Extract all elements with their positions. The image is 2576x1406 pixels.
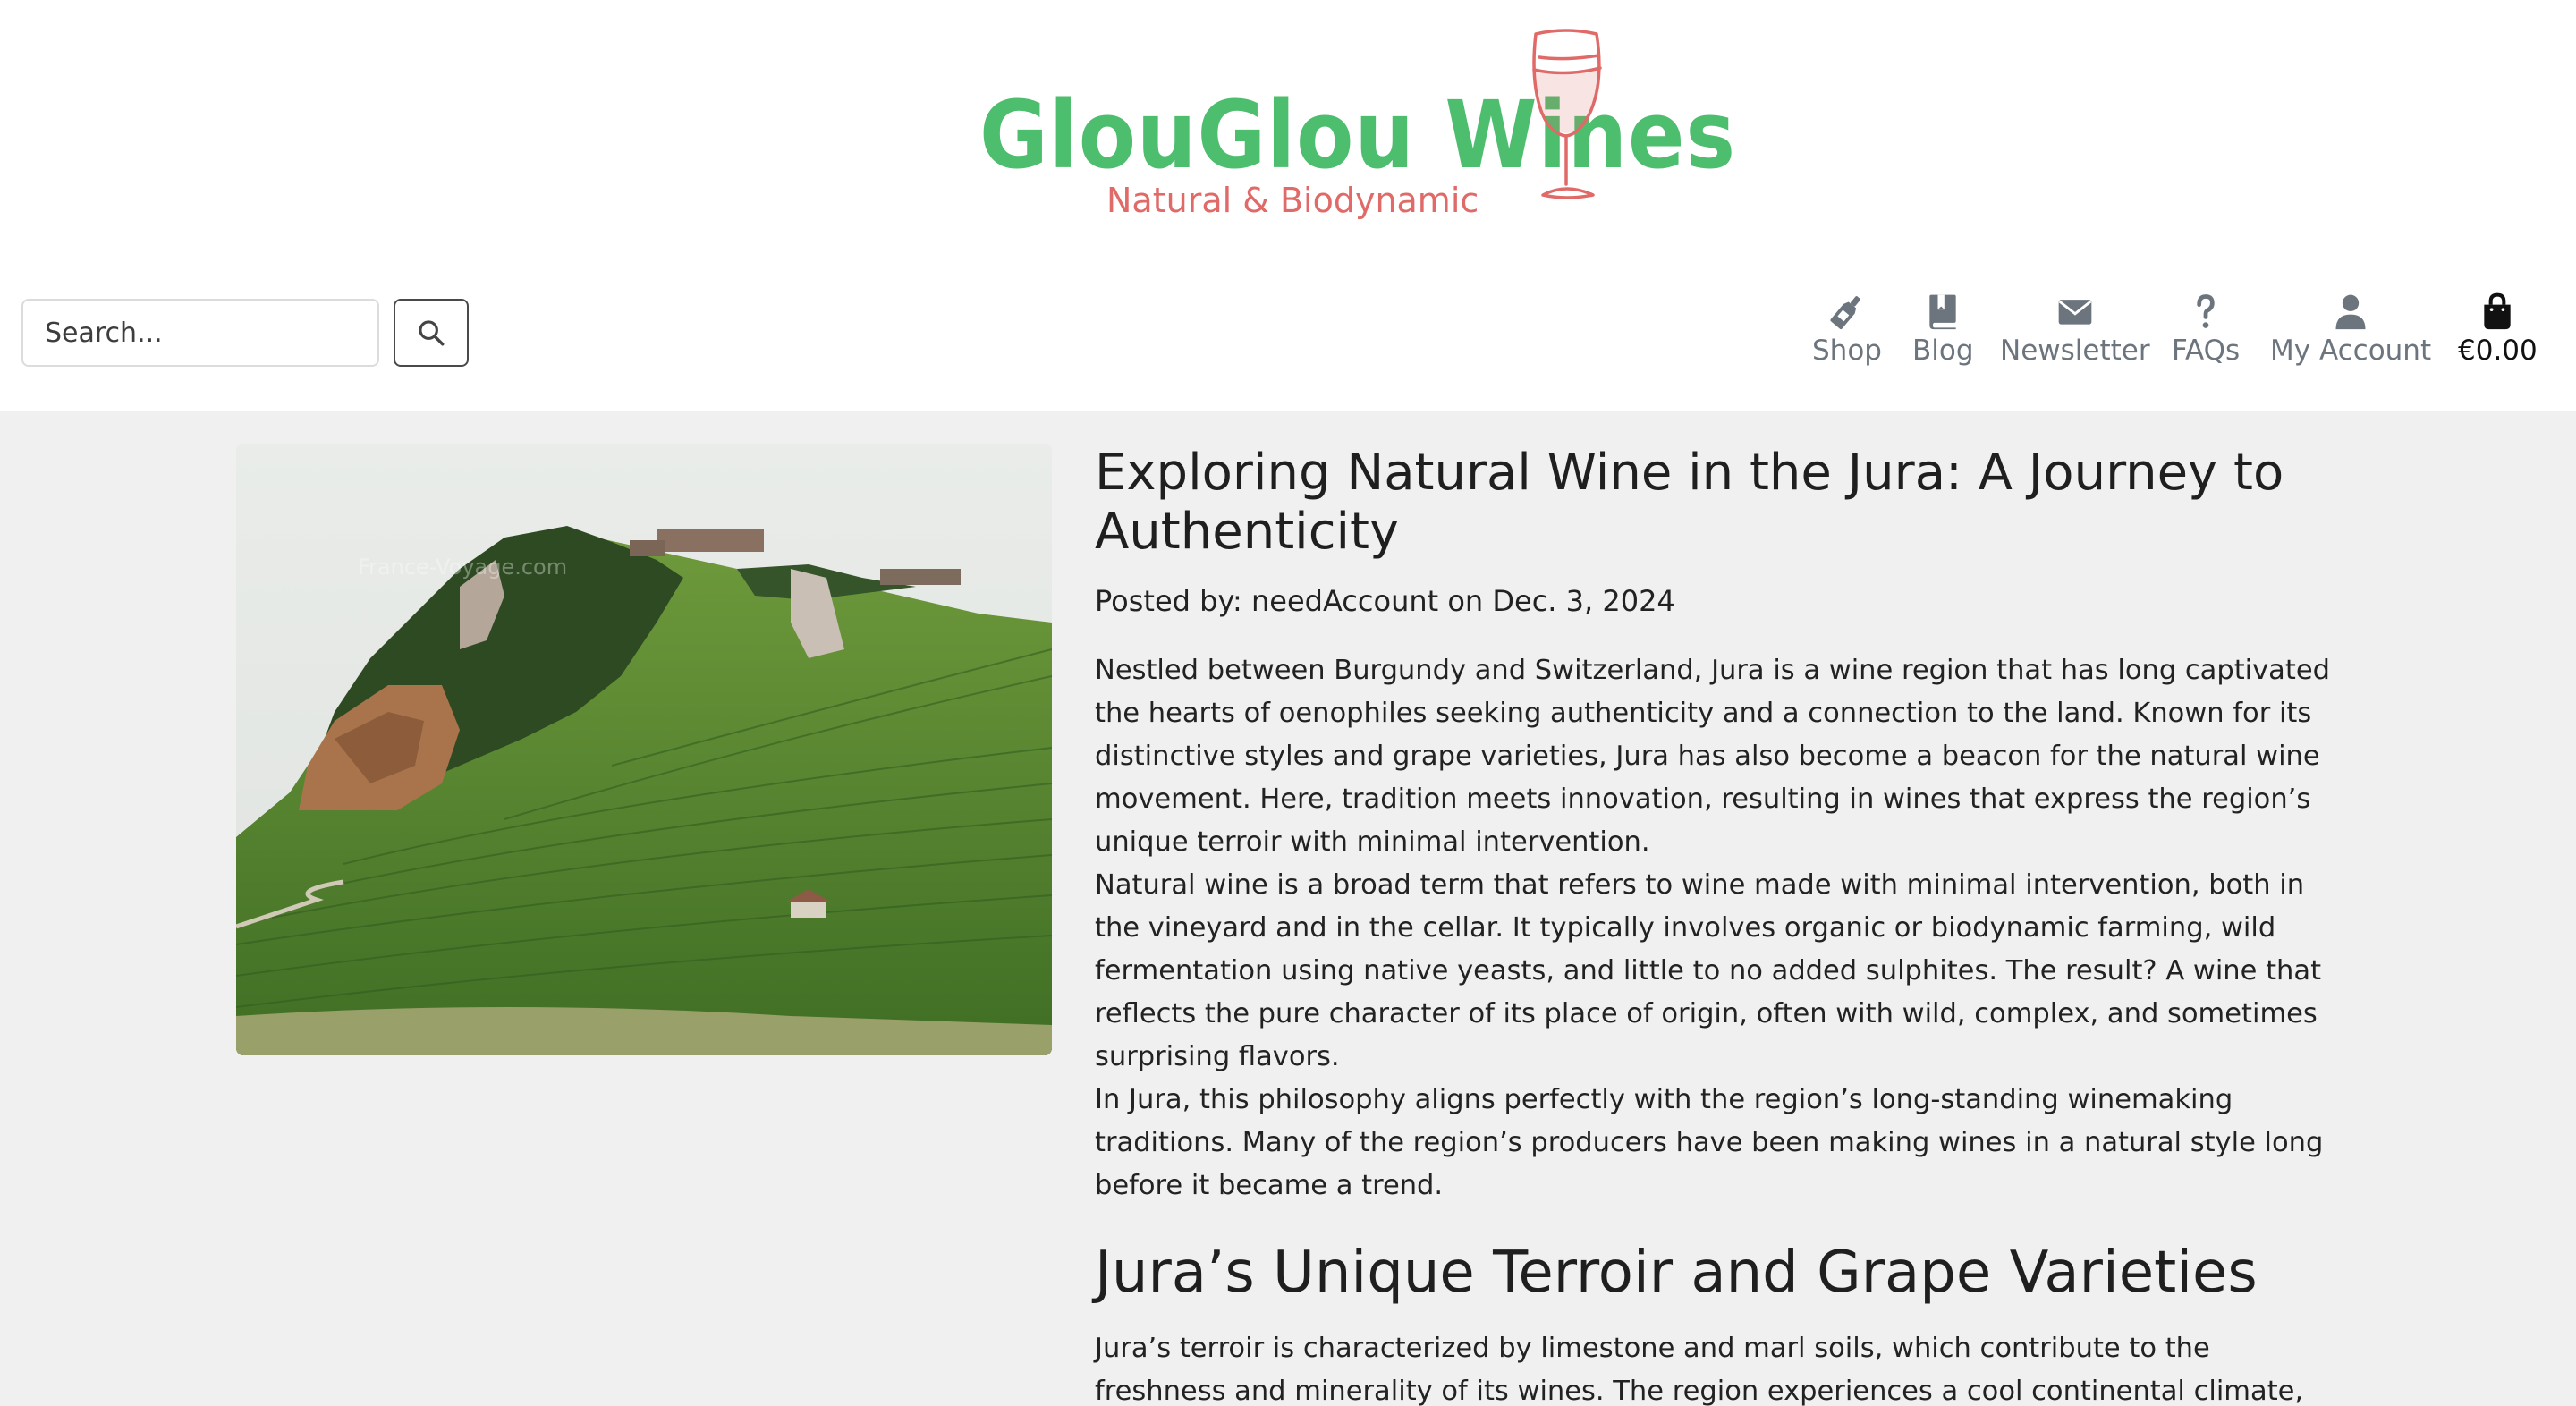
jura-vineyard-image <box>236 444 1052 1055</box>
envelope-icon <box>2058 300 2092 325</box>
nav-shop-label: Shop <box>1812 335 1882 367</box>
site-logo[interactable]: GlouGlou Wines Natural & Biodynamic <box>970 18 1735 233</box>
nav-newsletter[interactable]: Newsletter <box>2000 288 2150 368</box>
book-icon <box>1929 294 1956 330</box>
nav-newsletter-label: Newsletter <box>2000 335 2150 367</box>
nav-faqs[interactable]: FAQs <box>2172 288 2240 368</box>
nav-blog-label: Blog <box>1912 335 1974 367</box>
user-icon <box>2335 294 2366 330</box>
section-body: Jura’s terroir is characterized by limes… <box>1095 1327 2347 1406</box>
post-paragraph: Nestled between Burgundy and Switzerland… <box>1095 655 2330 858</box>
wine-bottle-icon <box>1830 296 1860 330</box>
nav-shop[interactable]: Shop <box>1812 288 1882 368</box>
nav-my-account[interactable]: My Account <box>2270 288 2431 368</box>
site-header: GlouGlou Wines Natural & Biodynamic Sear… <box>0 0 2576 411</box>
nav-blog[interactable]: Blog <box>1912 288 1974 368</box>
nav-faqs-label: FAQs <box>2172 335 2241 367</box>
article-image: France-Voyage.com <box>236 444 1052 1055</box>
wine-glass-icon <box>1532 29 1602 199</box>
image-watermark: France-Voyage.com <box>358 555 568 580</box>
logo-title: GlouGlou Wines <box>979 80 1737 190</box>
logo-tagline: Natural & Biodynamic <box>1106 181 1479 220</box>
post-paragraph: Natural wine is a broad term that refers… <box>1095 869 2322 1072</box>
magnifier-icon <box>419 320 445 346</box>
article-content: Exploring Natural Wine in the Jura: A Jo… <box>1095 444 2347 1406</box>
post-meta: Posted by: needAccount on Dec. 3, 2024 <box>1095 584 1675 618</box>
section-paragraph: Jura’s terroir is characterized by limes… <box>1095 1333 2304 1406</box>
nav-cart[interactable]: €0.00 <box>2458 288 2538 368</box>
search-button[interactable] <box>394 299 469 367</box>
post-paragraph: In Jura, this philosophy aligns perfectl… <box>1095 1084 2324 1201</box>
cart-total: €0.00 <box>2458 335 2538 367</box>
post-title: Exploring Natural Wine in the Jura: A Jo… <box>1095 444 2284 561</box>
nav-my-account-label: My Account <box>2270 335 2432 367</box>
question-icon <box>2197 294 2215 328</box>
post-body: Nestled between Burgundy and Switzerland… <box>1095 649 2347 1207</box>
search-input[interactable] <box>21 299 379 367</box>
shopping-bag-icon <box>2484 292 2512 330</box>
section-heading: Jura’s Unique Terroir and Grape Varietie… <box>1095 1240 2258 1306</box>
